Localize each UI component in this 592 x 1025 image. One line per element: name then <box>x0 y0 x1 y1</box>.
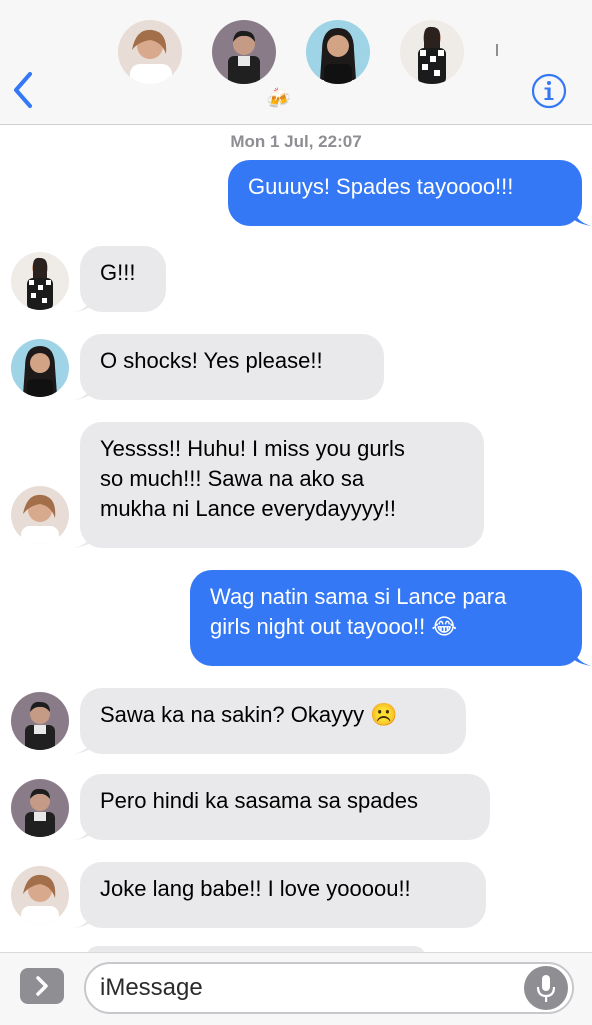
avatar-lance[interactable] <box>11 692 69 750</box>
bubble-tail <box>74 378 94 400</box>
conversation-header: 🍻 <box>0 0 592 125</box>
bubble-tail <box>572 644 592 666</box>
avatar-friend-checker[interactable] <box>11 252 69 310</box>
overflow-avatar-edge <box>496 44 498 56</box>
message-text: Pero hindi ka sasama sa spades <box>100 788 418 813</box>
group-avatar-lance[interactable] <box>212 20 276 84</box>
message-timestamp: Mon 1 Jul, 22:07 <box>230 132 362 151</box>
message-bubble-outgoing[interactable]: Wag natin sama si Lance para girls night… <box>190 570 582 666</box>
bubble-tail <box>572 204 592 226</box>
bubble-tail <box>74 732 94 754</box>
group-emoji: 🍻 <box>266 88 291 110</box>
bubble-tail <box>74 818 94 840</box>
group-avatar-blonde[interactable] <box>118 20 182 84</box>
chevron-left-icon <box>14 72 32 108</box>
chevron-right-icon <box>36 976 48 996</box>
microphone-icon <box>536 975 556 1002</box>
message-input-placeholder: iMessage <box>100 974 203 1001</box>
message-bubble-incoming[interactable]: Joke lang babe!! I love yoooou!! <box>80 862 486 928</box>
avatar-friend-blonde[interactable] <box>11 866 69 924</box>
back-button[interactable] <box>10 70 40 110</box>
message-text: G!!! <box>100 260 136 285</box>
message-text: O shocks! Yes please!! <box>100 348 323 373</box>
avatar-friend-blonde[interactable] <box>11 486 69 544</box>
avatar-friend-dark[interactable] <box>11 339 69 397</box>
app-drawer-button[interactable] <box>20 968 64 1004</box>
dictation-button[interactable] <box>524 966 568 1010</box>
message-bubble-incoming[interactable]: Sawa ka na sakin? Okayyy ☹️ <box>80 688 466 754</box>
info-icon <box>531 73 567 109</box>
group-avatar-checker[interactable] <box>400 20 464 84</box>
message-text: Sawa ka na sakin? Okayyy ☹️ <box>100 702 398 727</box>
message-bubble-outgoing[interactable]: Guuuys! Spades tayoooo!!! <box>228 160 582 226</box>
avatar-lance[interactable] <box>11 779 69 837</box>
message-text: Yessss!! Huhu! I miss you gurls so much!… <box>100 436 405 521</box>
message-bubble-incoming[interactable]: Yessss!! Huhu! I miss you gurls so much!… <box>80 422 484 548</box>
message-bubble-incoming[interactable]: O shocks! Yes please!! <box>80 334 384 400</box>
group-avatar-dark[interactable] <box>306 20 370 84</box>
info-button[interactable] <box>530 72 568 110</box>
bubble-tail <box>74 526 94 548</box>
message-text: Joke lang babe!! I love yoooou!! <box>100 876 411 901</box>
bubble-tail <box>74 906 94 928</box>
message-text: Wag natin sama si Lance para girls night… <box>210 584 507 639</box>
message-text: Guuuys! Spades tayoooo!!! <box>248 174 514 199</box>
message-bubble-incoming[interactable]: Pero hindi ka sasama sa spades <box>80 774 490 840</box>
bubble-tail <box>74 290 94 312</box>
